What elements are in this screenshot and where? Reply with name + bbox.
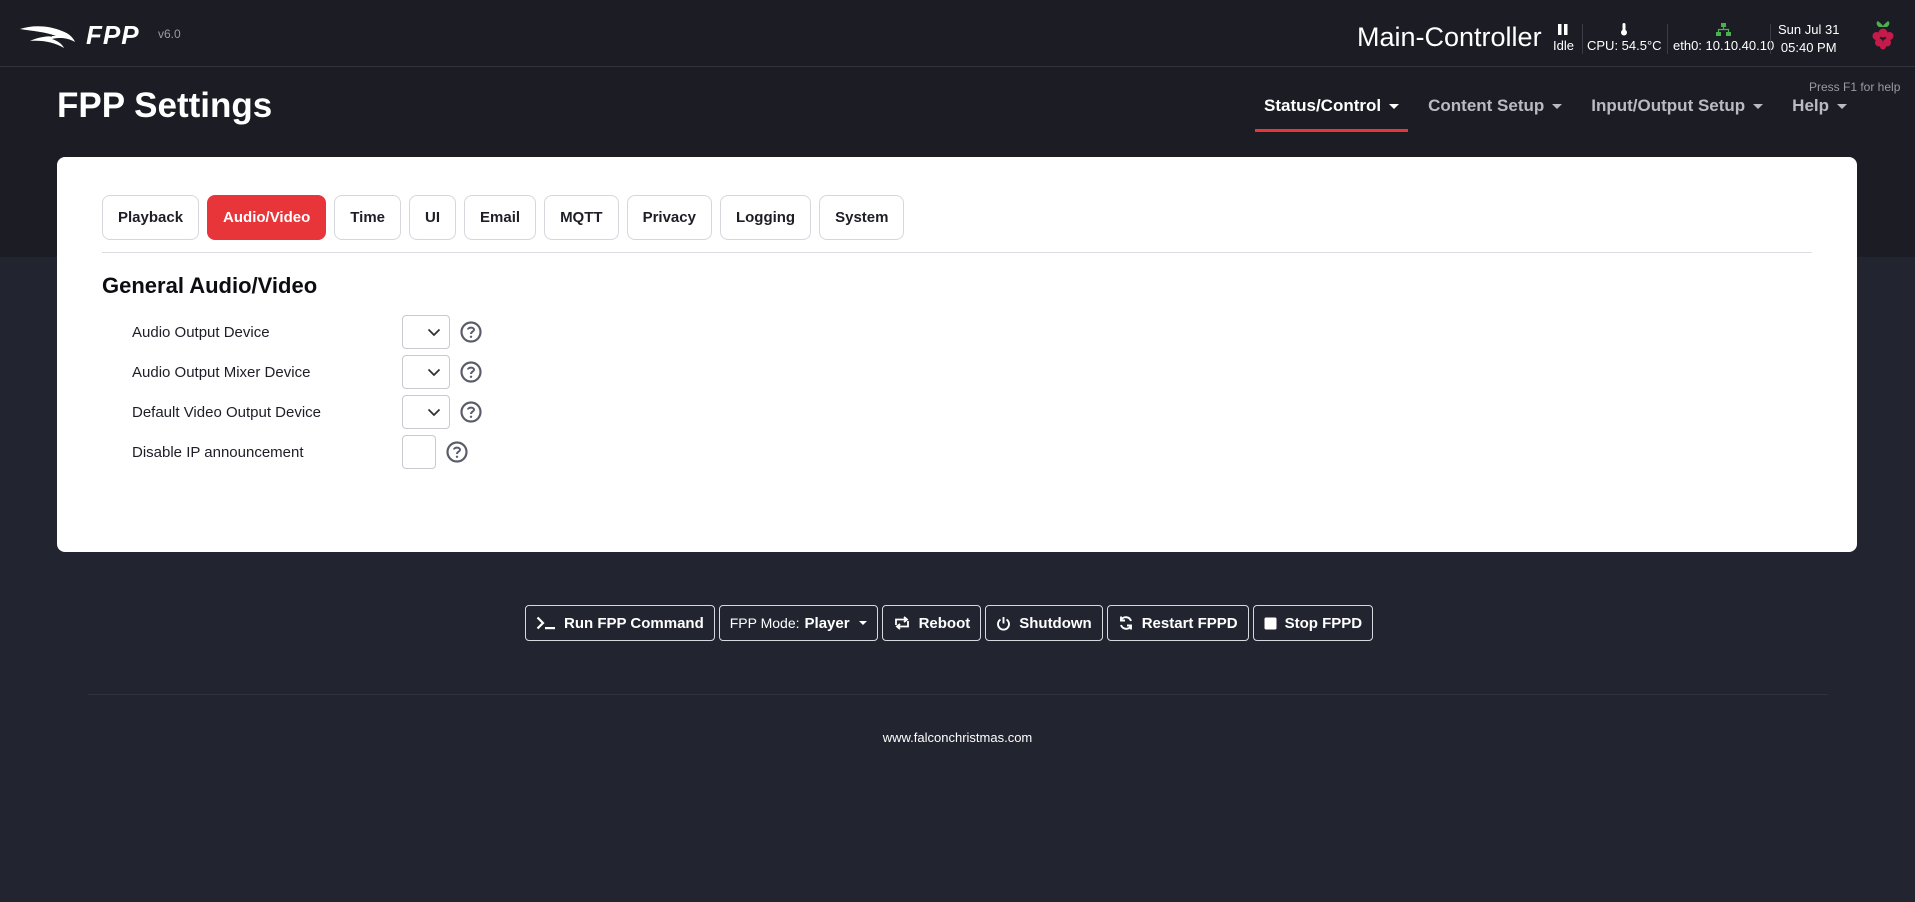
setting-label: Audio Output Mixer Device	[132, 363, 311, 381]
chevron-down-icon	[427, 368, 441, 376]
mode-label: FPP Mode:	[729, 615, 800, 631]
nav-status-control[interactable]: Status/Control	[1255, 96, 1409, 132]
chevron-down-icon	[858, 621, 867, 625]
run-fpp-command-button[interactable]: Run FPP Command	[525, 605, 715, 641]
chevron-down-icon	[1837, 104, 1848, 109]
section-title: General Audio/Video	[102, 273, 318, 298]
setting-label: Audio Output Device	[132, 323, 270, 341]
logo-text: FPP	[86, 20, 140, 50]
nav-label: Content Setup	[1428, 96, 1545, 115]
stop-icon	[1264, 617, 1277, 629]
tab-playback[interactable]: Playback	[102, 195, 200, 240]
network-icon	[1716, 22, 1732, 36]
tab-mqtt[interactable]: MQTT	[544, 195, 619, 240]
button-label: Reboot	[918, 614, 971, 632]
falcon-logo-icon	[20, 25, 75, 48]
reboot-icon	[894, 616, 909, 630]
setting-label: Default Video Output Device	[132, 403, 322, 421]
help-hint: Press F1 for help	[1809, 80, 1901, 94]
setting-row: Default Video Output Device	[132, 395, 482, 429]
setting-row: Audio Output Mixer Device	[132, 355, 482, 389]
tab-logging[interactable]: Logging	[719, 195, 812, 240]
question-circle-icon[interactable]	[460, 401, 482, 423]
stop-fppd-button[interactable]: Stop FPPD	[1252, 605, 1374, 641]
version-label: v6.0	[158, 27, 181, 41]
settings-card: Playback Audio/Video Time UI Email MQTT …	[57, 157, 1857, 552]
raspberry-pi-icon	[1872, 21, 1894, 50]
button-label: Restart FPPD	[1141, 614, 1238, 632]
power-icon	[997, 616, 1011, 630]
question-circle-icon[interactable]	[460, 321, 482, 343]
restart-fppd-button[interactable]: Restart FPPD	[1106, 605, 1249, 641]
main-nav: Status/Control Content Setup Input/Outpu…	[1255, 96, 1867, 132]
cpu-label: CPU: 54.5°C	[1587, 38, 1662, 53]
tab-privacy[interactable]: Privacy	[626, 195, 712, 240]
chevron-down-icon	[1389, 104, 1400, 109]
nav-label: Input/Output Setup	[1591, 96, 1746, 115]
state-label: Idle	[1553, 38, 1574, 53]
nav-help[interactable]: Help	[1783, 96, 1856, 132]
footer-link[interactable]: www.falconchristmas.com	[0, 730, 1915, 745]
divider	[1582, 24, 1583, 54]
divider	[1770, 24, 1771, 54]
mode-value: Player	[804, 614, 850, 632]
chevron-down-icon	[1552, 104, 1563, 109]
question-circle-icon[interactable]	[460, 361, 482, 383]
terminal-icon	[536, 616, 555, 630]
time-label: 05:40 PM	[1780, 40, 1837, 55]
tab-time[interactable]: Time	[334, 195, 402, 240]
divider	[1667, 24, 1668, 54]
state-status[interactable]: Idle	[1553, 20, 1574, 53]
question-circle-icon[interactable]	[446, 441, 468, 463]
nav-label: Help	[1792, 96, 1830, 115]
chevron-down-icon	[1753, 104, 1764, 109]
tab-audio-video[interactable]: Audio/Video	[207, 195, 327, 240]
disable-ip-announcement-checkbox[interactable]	[402, 435, 436, 469]
nav-content-setup[interactable]: Content Setup	[1419, 96, 1571, 132]
action-bar: Run FPP Command FPP Mode: Player Reboot …	[525, 605, 1377, 641]
network-label: eth0: 10.10.40.10	[1673, 38, 1775, 53]
shutdown-button[interactable]: Shutdown	[985, 605, 1103, 641]
footer-divider	[88, 694, 1828, 695]
setting-label: Disable IP announcement	[132, 443, 304, 461]
reboot-button[interactable]: Reboot	[881, 605, 982, 641]
settings-tabs: Playback Audio/Video Time UI Email MQTT …	[102, 195, 1812, 253]
tab-email[interactable]: Email	[464, 195, 537, 240]
hostname: Main-Controller	[1357, 22, 1542, 52]
page-title: FPP Settings	[57, 86, 273, 125]
nav-input-output-setup[interactable]: Input/Output Setup	[1582, 96, 1772, 132]
date-label: Sun Jul 31	[1778, 22, 1840, 37]
pause-icon	[1558, 23, 1568, 35]
fpp-mode-dropdown[interactable]: FPP Mode: Player	[718, 605, 878, 641]
default-video-output-device-select[interactable]	[402, 395, 450, 429]
tab-system[interactable]: System	[819, 195, 905, 240]
cpu-status: CPU: 54.5°C	[1587, 20, 1662, 53]
chevron-down-icon	[427, 408, 441, 416]
top-bar: FPP v6.0 Main-Controller Idle CPU: 54.5°…	[0, 0, 1915, 67]
tab-ui[interactable]: UI	[409, 195, 457, 240]
network-status[interactable]: eth0: 10.10.40.10	[1673, 20, 1774, 53]
chevron-down-icon	[427, 328, 441, 336]
fpp-logo[interactable]: FPP	[18, 20, 140, 51]
setting-row: Audio Output Device	[132, 315, 482, 349]
thermometer-icon	[1621, 22, 1628, 35]
restart-icon	[1119, 616, 1132, 630]
button-label: Run FPP Command	[564, 614, 704, 632]
setting-row: Disable IP announcement	[132, 435, 468, 469]
nav-label: Status/Control	[1264, 96, 1382, 115]
button-label: Shutdown	[1019, 614, 1092, 632]
clock: Sun Jul 31 05:40 PM	[1778, 21, 1839, 57]
board-indicator	[1870, 18, 1896, 55]
audio-output-mixer-device-select[interactable]	[402, 355, 450, 389]
button-label: Stop FPPD	[1284, 614, 1363, 632]
audio-output-device-select[interactable]	[402, 315, 450, 349]
